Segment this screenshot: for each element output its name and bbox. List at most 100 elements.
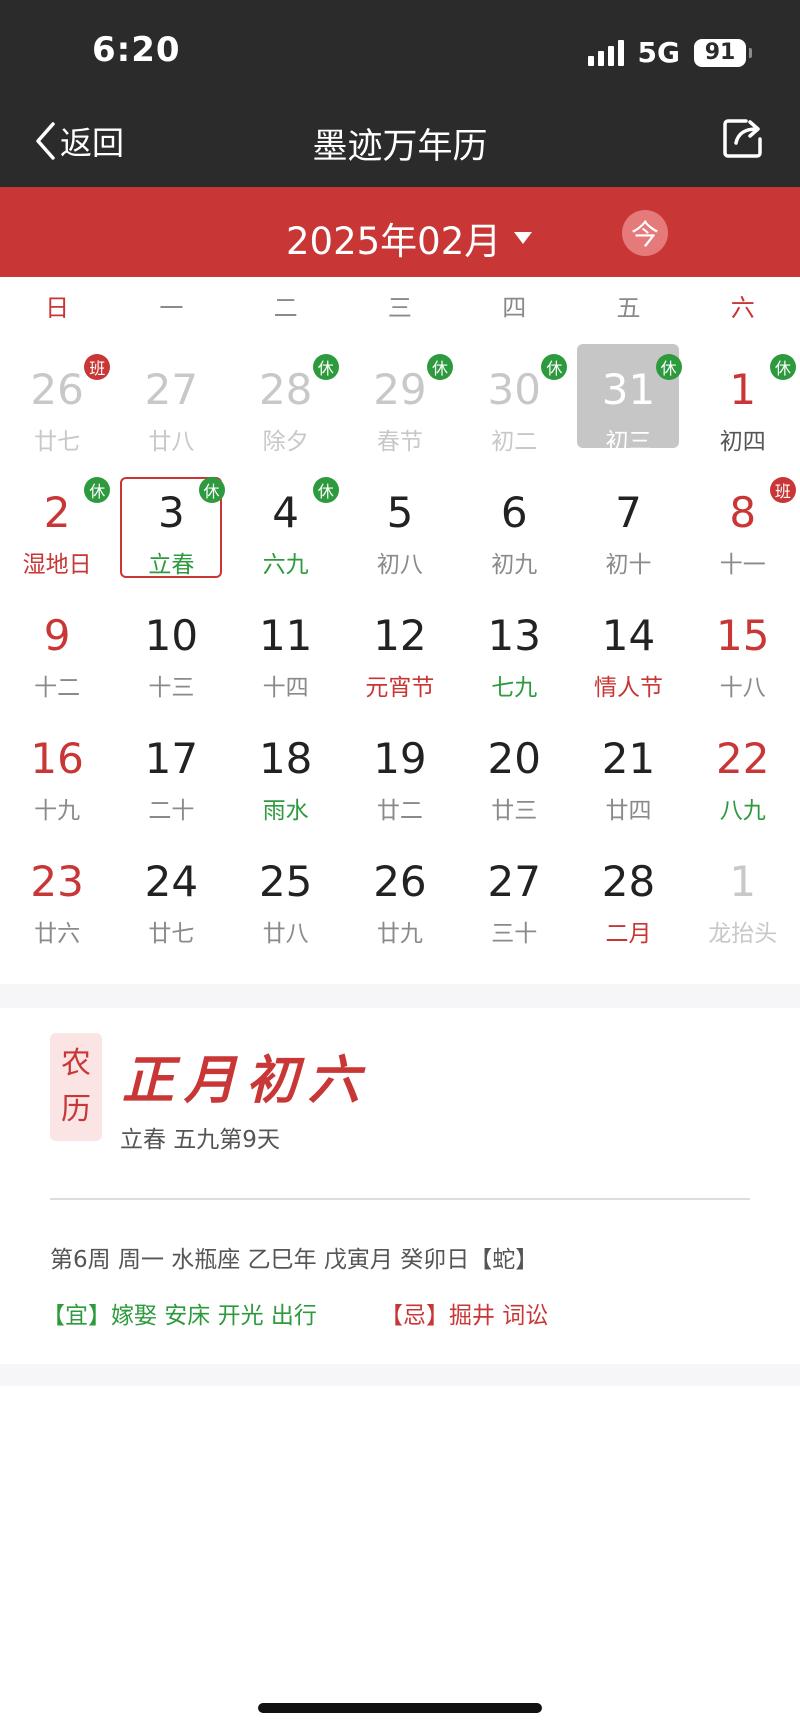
section-separator bbox=[0, 1364, 800, 1386]
lunar-day-label: 初四 bbox=[719, 429, 766, 455]
lunar-day-label: 廿六 bbox=[34, 921, 81, 947]
month-bar: 2025年02月 今 bbox=[0, 187, 800, 277]
lunar-tag: 农 历 bbox=[50, 1033, 102, 1141]
calendar-week-row: 23 廿六 24 廿七 25 廿八 26 廿九 27 三十 28 二月 1 龙抬头 bbox=[0, 846, 800, 969]
calendar-day-cell[interactable]: 16 十九 bbox=[0, 723, 114, 846]
lunar-detail-card: 农 历 正月初六 立春 五九第9天 第6周 周一 水瓶座 乙巳年 戊寅月 癸卯日… bbox=[0, 1008, 800, 1364]
calendar-day-cell[interactable]: 1 初四休 bbox=[686, 354, 800, 477]
share-button[interactable] bbox=[722, 117, 764, 163]
lunar-day-label: 廿三 bbox=[491, 798, 538, 824]
day-number: 1 bbox=[729, 857, 757, 906]
calendar-day-cell[interactable]: 23 廿六 bbox=[0, 846, 114, 969]
lunar-day-label: 十一 bbox=[719, 552, 766, 578]
calendar-day-cell[interactable]: 5 初八 bbox=[343, 477, 457, 600]
lunar-day-label: 除夕 bbox=[262, 429, 309, 455]
calendar-day-cell[interactable]: 24 廿七 bbox=[114, 846, 228, 969]
calendar-day-cell[interactable]: 28 除夕休 bbox=[229, 354, 343, 477]
calendar-day-cell[interactable]: 19 廿二 bbox=[343, 723, 457, 846]
calendar-day-cell[interactable]: 12 元宵节 bbox=[343, 600, 457, 723]
lunar-day-label: 十四 bbox=[262, 675, 309, 701]
calendar-day-cell[interactable]: 14 情人节 bbox=[571, 600, 685, 723]
day-number: 18 bbox=[258, 734, 313, 783]
weekday-label: 三 bbox=[387, 294, 412, 322]
month-picker[interactable]: 2025年02月 bbox=[286, 211, 533, 265]
day-number: 22 bbox=[716, 734, 770, 783]
calendar-day-cell[interactable]: 28 二月 bbox=[571, 846, 685, 969]
calendar-day-cell[interactable]: 21 廿四 bbox=[571, 723, 685, 846]
weekday-label: 五 bbox=[616, 294, 641, 322]
ji-avoid: 【忌】掘井 词讼 bbox=[380, 1303, 549, 1329]
lunar-day-label: 六九 bbox=[262, 552, 309, 578]
calendar-day-cell[interactable]: 25 廿八 bbox=[229, 846, 343, 969]
day-number: 21 bbox=[601, 734, 656, 783]
day-number: 24 bbox=[144, 857, 199, 906]
calendar-day-cell[interactable]: 4 六九休 bbox=[229, 477, 343, 600]
calendar-day-cell[interactable]: 30 初二休 bbox=[457, 354, 571, 477]
calendar-week-row: 26 廿七班 27 廿八 28 除夕休 29 春节休 30 初二休 31 初三休 1 初四休 bbox=[0, 344, 800, 477]
calendar-day-cell[interactable]: 26 廿九 bbox=[343, 846, 457, 969]
month-label: 2025年02月 bbox=[286, 220, 502, 263]
calendar-day-cell[interactable]: 26 廿七班 bbox=[0, 354, 114, 477]
day-number: 19 bbox=[373, 734, 427, 783]
lunar-day-label: 十三 bbox=[148, 675, 195, 701]
day-number: 10 bbox=[144, 611, 199, 660]
lunar-day-label: 二月 bbox=[605, 921, 652, 947]
today-button[interactable]: 今 bbox=[622, 210, 668, 256]
calendar-day-cell[interactable]: 29 春节休 bbox=[343, 354, 457, 477]
weekday-label: 日 bbox=[45, 294, 70, 322]
date-info-line: 第6周 周一 水瓶座 乙巳年 戊寅月 癸卯日【蛇】 bbox=[50, 1247, 539, 1273]
calendar-day-cell[interactable]: 9 十二 bbox=[0, 600, 114, 723]
weekday-label: 六 bbox=[730, 294, 755, 322]
yi-suitable: 【宜】嫁娶 安床 开光 出行 bbox=[42, 1303, 317, 1329]
day-number: 13 bbox=[487, 611, 541, 660]
calendar-day-cell[interactable]: 17 二十 bbox=[114, 723, 228, 846]
day-number: 6 bbox=[500, 488, 528, 537]
lunar-tag-top: 农 bbox=[61, 1046, 91, 1081]
calendar-grid: 26 廿七班 27 廿八 28 除夕休 29 春节休 30 初二休 31 初三休 1 初四休 2 湿地日休 3 立… bbox=[0, 344, 800, 969]
lunar-day-label: 廿四 bbox=[605, 798, 652, 824]
calendar-day-cell[interactable]: 1 龙抬头 bbox=[686, 846, 800, 969]
lunar-day-label: 廿七 bbox=[148, 921, 195, 947]
battery-icon: 91 bbox=[694, 38, 752, 67]
calendar-day-cell[interactable]: 8 十一班 bbox=[686, 477, 800, 600]
day-number: 11 bbox=[258, 611, 313, 660]
lunar-day-label: 廿二 bbox=[376, 798, 423, 824]
calendar-day-cell[interactable]: 27 三十 bbox=[457, 846, 571, 969]
lunar-day-label: 初十 bbox=[605, 552, 652, 578]
calendar-day-cell[interactable]: 31 初三休 bbox=[571, 344, 685, 477]
calendar-day-cell[interactable]: 20 廿三 bbox=[457, 723, 571, 846]
lunar-day-label: 雨水 bbox=[262, 798, 309, 824]
home-indicator[interactable] bbox=[258, 1703, 542, 1713]
day-number: 27 bbox=[144, 365, 199, 414]
lunar-day-label: 十九 bbox=[34, 798, 81, 824]
holiday-badge: 休 bbox=[655, 354, 682, 380]
section-separator bbox=[0, 984, 800, 1008]
day-number: 16 bbox=[30, 734, 84, 783]
calendar-day-cell[interactable]: 27 廿八 bbox=[114, 354, 228, 477]
calendar-day-cell[interactable]: 13 七九 bbox=[457, 600, 571, 723]
weekday-label: 四 bbox=[502, 294, 527, 322]
signal-icon bbox=[587, 39, 624, 66]
calendar-week-row: 16 十九 17 二十 18 雨水 19 廿二 20 廿三 21 廿四 22 八九 bbox=[0, 723, 800, 846]
day-number: 14 bbox=[601, 611, 656, 660]
lunar-day-label: 初九 bbox=[491, 552, 538, 578]
calendar-week-row: 2 湿地日休 3 立春休 4 六九休 5 初八 6 初九 7 初十 8 十一班 bbox=[0, 477, 800, 600]
calendar-day-cell[interactable]: 7 初十 bbox=[571, 477, 685, 600]
lunar-day-label: 十二 bbox=[34, 675, 81, 701]
day-number: 23 bbox=[30, 857, 84, 906]
calendar-day-cell[interactable]: 6 初九 bbox=[457, 477, 571, 600]
day-number: 15 bbox=[716, 611, 770, 660]
lunar-day-label: 春节 bbox=[376, 429, 423, 455]
calendar-day-cell[interactable]: 18 雨水 bbox=[229, 723, 343, 846]
calendar-day-cell[interactable]: 15 十八 bbox=[686, 600, 800, 723]
page-title: 墨迹万年历 bbox=[312, 127, 488, 167]
network-type: 5G bbox=[637, 36, 680, 69]
solar-term-info: 立春 五九第9天 bbox=[120, 1127, 280, 1153]
lunar-day-label: 龙抬头 bbox=[708, 921, 778, 947]
calendar-day-cell[interactable]: 2 湿地日休 bbox=[0, 477, 114, 600]
lunar-day-label: 湿地日 bbox=[22, 552, 92, 578]
calendar-day-cell[interactable]: 10 十三 bbox=[114, 600, 228, 723]
calendar-day-cell[interactable]: 3 立春休 bbox=[114, 477, 228, 600]
calendar-day-cell[interactable]: 11 十四 bbox=[229, 600, 343, 723]
calendar-day-cell[interactable]: 22 八九 bbox=[686, 723, 800, 846]
